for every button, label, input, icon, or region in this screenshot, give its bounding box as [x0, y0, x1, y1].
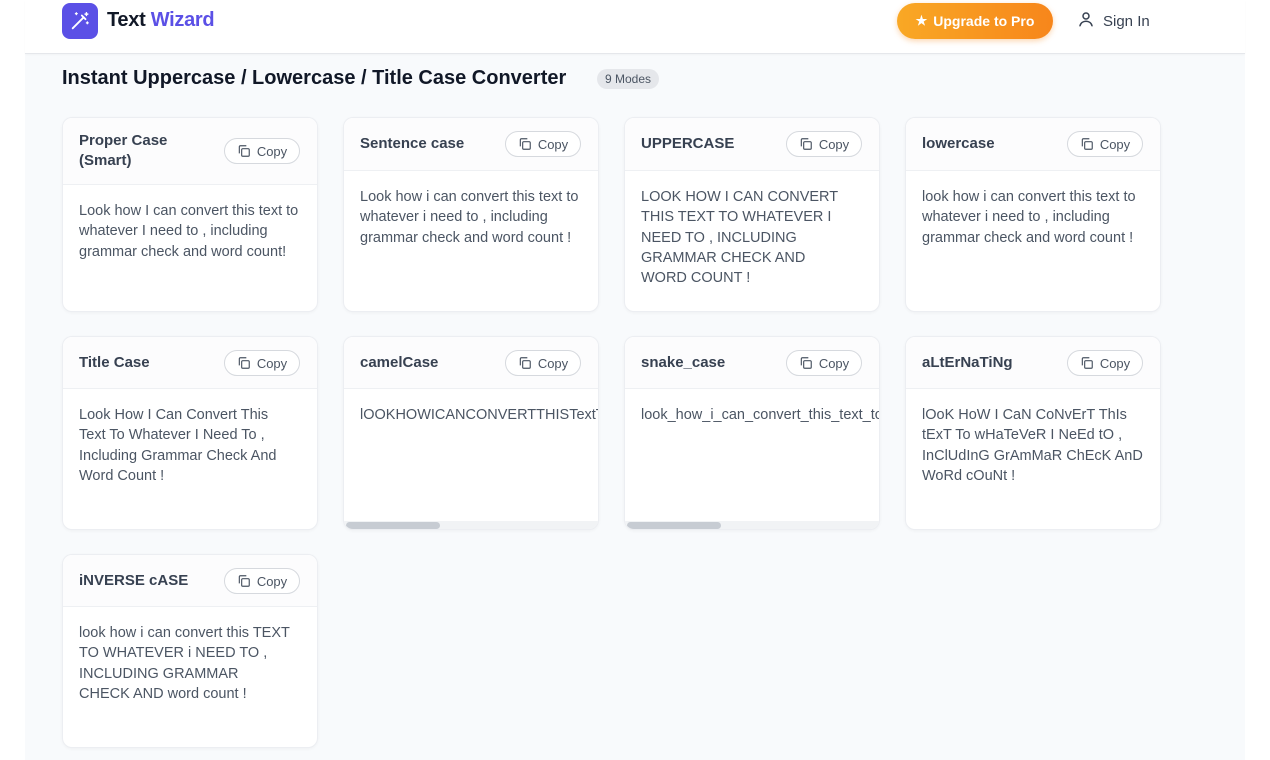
card-title: UPPERCASE: [641, 135, 735, 152]
copy-label: Copy: [1099, 355, 1131, 371]
copy-button[interactable]: Copy: [505, 131, 581, 157]
card-header: aLtErNaTiNg Copy: [906, 337, 1160, 389]
case-card-title: Title Case Copy Look How I Can Convert T…: [62, 336, 318, 530]
card-header: UPPERCASE Copy: [625, 118, 879, 171]
copy-icon: [238, 575, 250, 587]
converted-text[interactable]: lOOKHOWICANCONVERTTHISTextToWhateverINee…: [360, 405, 598, 425]
star-icon: ★: [915, 13, 928, 28]
card-title: Title Case: [79, 354, 150, 371]
copy-button[interactable]: Copy: [224, 350, 300, 376]
card-header: Title Case Copy: [63, 337, 317, 389]
card-title: lowercase: [922, 135, 995, 152]
card-header: Proper Case (Smart) Copy: [63, 118, 317, 185]
copy-label: Copy: [256, 355, 288, 371]
logo-word-text: Text: [107, 9, 146, 31]
copy-button[interactable]: Copy: [1067, 350, 1143, 376]
converted-text[interactable]: look_how_i_can_convert_this_text_to_what…: [641, 405, 879, 425]
converted-text[interactable]: Look How I Can Convert This Text To What…: [79, 405, 287, 486]
case-card-alternating: aLtErNaTiNg Copy lOoK HoW I CaN CoNvErT …: [905, 336, 1161, 530]
card-title: iNVERSE cASE: [79, 572, 189, 589]
app-logo[interactable]: Text Wizard: [107, 9, 215, 32]
converted-text[interactable]: Look how i can convert this text to what…: [360, 187, 584, 248]
card-header: lowercase Copy: [906, 118, 1160, 171]
card-title: aLtErNaTiNg: [922, 354, 1013, 371]
case-card-camel: camelCase Copy lOOKHOWICANCONVERTTHISTex…: [343, 336, 599, 530]
copy-icon: [238, 357, 250, 369]
user-icon: [1077, 10, 1095, 32]
upgrade-to-pro-button[interactable]: ★ Upgrade to Pro: [897, 3, 1053, 39]
converted-text[interactable]: Look how I can convert this text to what…: [79, 201, 303, 262]
copy-button[interactable]: Copy: [224, 138, 300, 164]
copy-button[interactable]: Copy: [786, 131, 862, 157]
copy-label: Copy: [256, 573, 288, 589]
converted-text[interactable]: lOoK HoW I CaN CoNvErT ThIs tExT To wHaT…: [922, 405, 1146, 486]
converted-text[interactable]: look how i can convert this text to what…: [922, 187, 1146, 248]
copy-label: Copy: [256, 143, 288, 159]
case-card-snake: snake_case Copy look_how_i_can_convert_t…: [624, 336, 880, 530]
copy-label: Copy: [537, 136, 569, 152]
copy-label: Copy: [537, 355, 569, 371]
case-card-inverse: iNVERSE cASE Copy look how i can convert…: [62, 554, 318, 748]
scrollbar-thumb[interactable]: [627, 522, 721, 529]
copy-icon: [519, 357, 531, 369]
card-header: Sentence case Copy: [344, 118, 598, 171]
scrollbar-thumb[interactable]: [346, 522, 440, 529]
page-title: Instant Uppercase / Lowercase / Title Ca…: [62, 67, 567, 89]
case-card-sentence: Sentence case Copy Look how i can conver…: [343, 117, 599, 312]
sign-in-button[interactable]: Sign In: [1077, 10, 1150, 32]
horizontal-scrollbar[interactable]: [344, 521, 598, 529]
card-title: camelCase: [360, 354, 439, 371]
copy-label: Copy: [818, 136, 850, 152]
card-header: iNVERSE cASE Copy: [63, 555, 317, 607]
logo-word-wizard: Wizard: [150, 9, 215, 31]
horizontal-scrollbar[interactable]: [625, 521, 879, 529]
copy-icon: [238, 145, 250, 157]
copy-label: Copy: [818, 355, 850, 371]
copy-button[interactable]: Copy: [224, 568, 300, 594]
case-card-uppercase: UPPERCASE Copy LOOK HOW I CAN CONVERT TH…: [624, 117, 880, 312]
copy-button[interactable]: Copy: [1067, 131, 1143, 157]
copy-icon: [800, 357, 812, 369]
case-card-lowercase: lowercase Copy look how i can convert th…: [905, 117, 1161, 312]
card-title: Proper Case (Smart): [79, 132, 168, 169]
card-header: snake_case Copy: [625, 337, 879, 389]
copy-icon: [1081, 138, 1093, 150]
copy-icon: [519, 138, 531, 150]
copy-icon: [1081, 357, 1093, 369]
converted-text[interactable]: LOOK HOW I CAN CONVERT THIS TEXT TO WHAT…: [641, 187, 845, 288]
converted-text[interactable]: look how i can convert this TEXT TO WHAT…: [79, 623, 293, 704]
copy-label: Copy: [1099, 136, 1131, 152]
copy-button[interactable]: Copy: [505, 350, 581, 376]
card-title: Sentence case: [360, 135, 465, 152]
upgrade-label: Upgrade to Pro: [933, 13, 1035, 29]
magic-wand-icon[interactable]: [62, 3, 98, 39]
copy-button[interactable]: Copy: [786, 350, 862, 376]
card-title: snake_case: [641, 354, 726, 371]
case-card-proper: Proper Case (Smart) Copy Look how I can …: [62, 117, 318, 312]
copy-icon: [800, 138, 812, 150]
card-header: camelCase Copy: [344, 337, 598, 389]
modes-count-badge: 9 Modes: [597, 69, 660, 89]
sign-in-label: Sign In: [1103, 12, 1150, 30]
